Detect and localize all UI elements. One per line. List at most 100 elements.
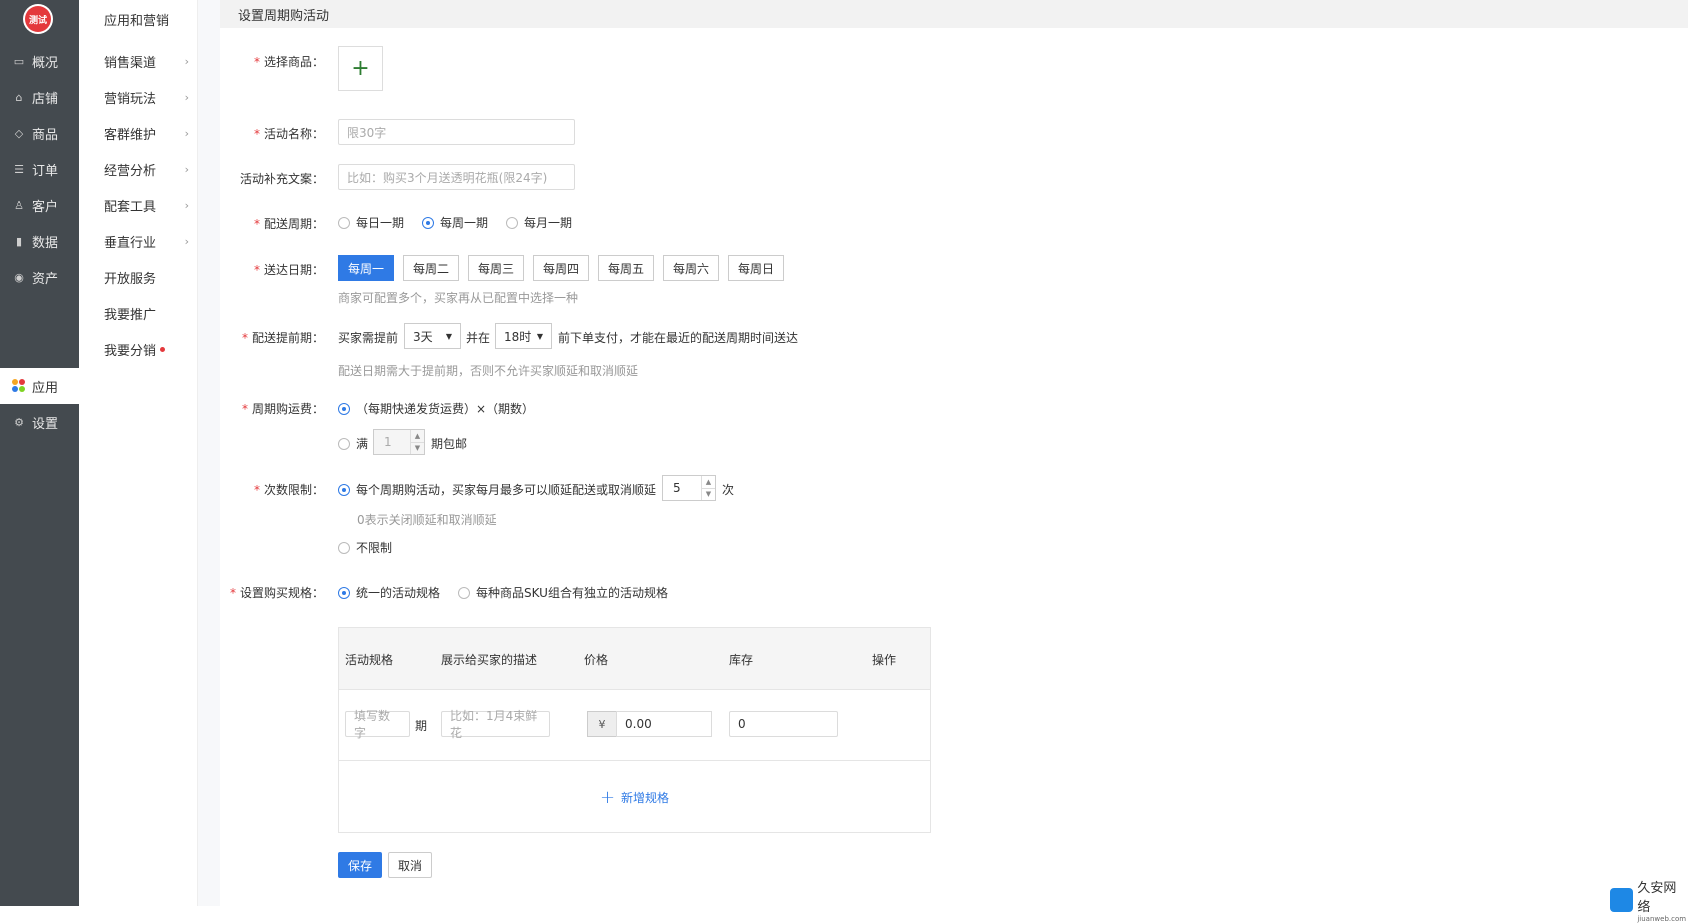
nav-item-settings[interactable]: ⚙ 设置 [0,404,79,440]
add-product-button[interactable]: + [338,46,383,91]
radio-spec-per-sku[interactable]: 每种商品SKU组合有独立的活动规格 [458,584,668,601]
watermark: 久安网络 jiuanweb.com [1610,877,1688,923]
activity-name-input[interactable]: 限30字 [338,119,575,145]
required-mark: * [229,586,236,600]
nav-item-assets[interactable]: ◉ 资产 [0,259,79,295]
lead-hour-select[interactable]: 18时 ▼ [495,323,552,349]
submenu-customer-care[interactable]: 客群维护 › [104,123,189,143]
required-mark: * [241,331,248,345]
radio-limit-unlimited[interactable]: 不限制 [338,539,392,556]
chevron-right-icon: › [184,234,189,248]
save-button[interactable]: 保存 [338,852,382,878]
radio-cycle-weekly[interactable]: 每周一期 [422,214,488,231]
nav-item-orders[interactable]: ☰ 订单 [0,151,79,187]
col-description: 展示给买家的描述 [441,653,538,667]
watermark-logo-icon [1610,888,1634,912]
stepper-up-icon[interactable]: ▲ [702,476,715,489]
nav-item-apps[interactable]: 应用 [0,368,79,404]
submenu-analytics[interactable]: 经营分析 › [104,159,189,179]
tag-icon: ◇ [14,126,24,140]
nav-item-customers[interactable]: ♙ 客户 [0,187,79,223]
day-button-wed[interactable]: 每周三 [468,255,524,281]
submenu-open-service[interactable]: 开放服务 [104,267,189,287]
stepper-down-icon: ▼ [414,444,421,453]
order-icon: ☰ [14,162,24,176]
period-unit: 期 [415,719,428,733]
submenu-vertical[interactable]: 垂直行业 › [104,231,189,251]
radio-shipping-per-period[interactable]: （每期快递发货运费）×（期数） [338,400,534,417]
required-mark: * [253,217,260,231]
chevron-right-icon: › [184,198,189,212]
submenu-sales-channel[interactable]: 销售渠道 › [104,51,189,71]
limit-count-stepper[interactable]: 5 ▲ ▼ [662,475,716,501]
apps-icon [12,379,26,393]
label-delivery-day: * 送达日期： [253,263,324,277]
radio-shipping-free-after[interactable]: 满 [338,435,368,452]
label-lead-time: * 配送提前期： [241,331,324,345]
table-row: 填写数字 期 比如：1月4束鲜花 ¥ 0.00 0 [339,690,930,761]
submenu-distribution[interactable]: 我要分销 [104,339,189,359]
label-activity-name: * 活动名称： [253,127,324,141]
day-button-tue[interactable]: 每周二 [403,255,459,281]
nav-item-store[interactable]: ⌂ 店铺 [0,79,79,115]
label-spec: * 设置购买规格： [229,586,324,600]
cycle-radio-group: 每日一期 每周一期 每月一期 [338,214,572,231]
chevron-right-icon: › [184,162,189,176]
day-button-thu[interactable]: 每周四 [533,255,589,281]
extra-copy-input[interactable]: 比如：购买3个月送透明花瓶(限24字) [338,164,575,190]
description-input[interactable]: 比如：1月4束鲜花 [441,709,550,740]
col-stock: 库存 [729,653,754,667]
stock-input[interactable]: 0 [729,711,838,737]
period-count-input[interactable]: 填写数字 [345,709,410,740]
dashboard-icon: ▭ [13,54,25,68]
currency-prefix: ¥ [587,711,616,737]
lead-days-select[interactable]: 3天 ▼ [404,323,461,349]
col-price: 价格 [584,653,609,667]
radio-spec-unified[interactable]: 统一的活动规格 [338,584,440,601]
caret-down-icon: ▼ [445,331,452,341]
label-cycle: * 配送周期： [253,217,324,231]
label-shipping: * 周期购运费： [241,402,324,416]
cancel-button[interactable]: 取消 [388,852,432,878]
radio-limit-monthly[interactable]: 每个周期购活动，买家每月最多可以顺延配送或取消顺延 [338,481,656,498]
lead-time-mid: 并在 [466,331,491,345]
label-extra-copy: 活动补充文案： [239,172,324,186]
spec-radio-group: 统一的活动规格 每种商品SKU组合有独立的活动规格 [338,584,668,601]
required-mark: * [253,483,260,497]
coin-icon: ◉ [14,270,24,284]
lead-time-prefix: 买家需提前 [338,331,399,345]
caret-down-icon: ▼ [536,331,543,341]
chart-icon: ▮ [15,234,23,248]
lead-time-suffix: 前下单支付，才能在最近的配送周期时间送达 [558,331,799,345]
delivery-day-hint: 商家可配置多个，买家再从已配置中选择一种 [338,291,579,305]
free-shipping-suffix: 期包邮 [431,437,468,451]
table-header: 活动规格 展示给买家的描述 价格 库存 操作 [339,628,930,690]
day-button-mon[interactable]: 每周一 [338,255,394,281]
nav-item-goods[interactable]: ◇ 商品 [0,115,79,151]
chevron-right-icon: › [184,54,189,68]
stepper-down-icon[interactable]: ▼ [702,489,715,501]
secondary-menu: 应用和营销 销售渠道 › 营销玩法 › 客群维护 › 经营分析 › 配套工具 › 垂直行业… [79,0,198,906]
submenu-marketing[interactable]: 营销玩法 › [104,87,189,107]
submenu-promote[interactable]: 我要推广 [104,303,189,323]
radio-cycle-monthly[interactable]: 每月一期 [506,214,572,231]
lead-time-hint: 配送日期需大于提前期，否则不允许买家顺延和取消顺延 [338,364,639,378]
submenu-tools[interactable]: 配套工具 › [104,195,189,215]
add-spec-button[interactable]: + 新增规格 [339,762,930,832]
spec-table: 活动规格 展示给买家的描述 价格 库存 操作 填写数字 期 比如：1月4束鲜花 … [338,627,931,833]
required-mark: * [253,263,260,277]
required-mark: * [253,127,260,141]
notification-dot [160,346,166,352]
day-button-sat[interactable]: 每周六 [663,255,719,281]
nav-item-overview[interactable]: ▭ 概况 [0,43,79,79]
day-button-sun[interactable]: 每周日 [728,255,784,281]
submenu-header: 应用和营销 [104,14,170,29]
label-limit: * 次数限制： [253,483,324,497]
price-input[interactable]: 0.00 [616,711,712,737]
main-nav: 测试 ▭ 概况 ⌂ 店铺 ◇ 商品 ☰ 订单 ♙ 客户 ▮ 数据 ◉ 资产 应用 ⚙ 设置 [0,0,79,906]
logo[interactable]: 测试 [23,4,53,34]
plus-icon: + [351,56,370,81]
radio-cycle-daily[interactable]: 每日一期 [338,214,404,231]
nav-item-data[interactable]: ▮ 数据 [0,223,79,259]
day-button-fri[interactable]: 每周五 [598,255,654,281]
